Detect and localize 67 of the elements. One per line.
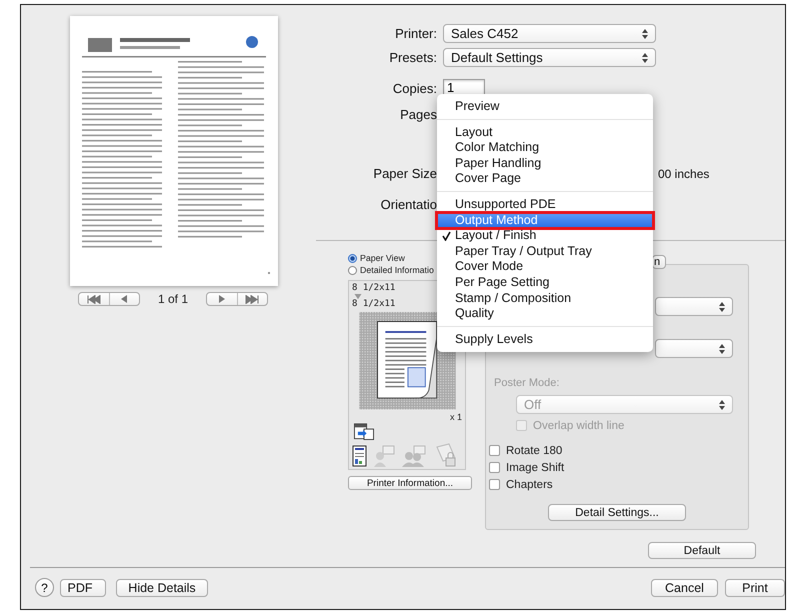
first-previous-buttons[interactable] bbox=[78, 292, 140, 306]
presets-popup[interactable]: Default Settings bbox=[443, 48, 656, 67]
updown-arrows-icon bbox=[719, 302, 725, 312]
field-label: Presets: bbox=[388, 50, 438, 65]
settings-popup[interactable] bbox=[655, 339, 733, 358]
menu-item[interactable]: Cover Mode bbox=[437, 259, 653, 275]
checkbox-label: Rotate 180 bbox=[506, 444, 562, 456]
menu-item[interactable]: Cover Page bbox=[437, 171, 653, 187]
poster-mode-label: Poster Mode: bbox=[494, 377, 560, 389]
checkbox-label: Image Shift bbox=[506, 462, 564, 474]
output-paper-size: 8 1/2x11 bbox=[352, 299, 396, 310]
last-page-icon bbox=[245, 294, 260, 304]
menu-item[interactable]: Preview bbox=[437, 99, 653, 115]
panel-button[interactable]: n bbox=[652, 255, 666, 269]
checkbox[interactable] bbox=[489, 479, 500, 490]
settings-popup[interactable] bbox=[655, 297, 733, 316]
paper-size-value: 00 inches bbox=[658, 166, 710, 180]
previous-page-icon bbox=[121, 295, 128, 303]
source-paper-size: 8 1/2x11 bbox=[352, 283, 396, 294]
radio-button[interactable] bbox=[348, 254, 357, 262]
hide-details-button[interactable]: Hide Details bbox=[116, 578, 208, 596]
pdf-menu-button[interactable]: PDF bbox=[60, 578, 106, 596]
copies-count: x 1 bbox=[448, 412, 462, 422]
updown-arrows-icon bbox=[642, 28, 648, 38]
menu-item[interactable]: Layout bbox=[437, 124, 653, 140]
help-button[interactable]: ? bbox=[35, 578, 54, 597]
updown-arrows-icon bbox=[719, 344, 725, 354]
menu-item[interactable]: Unsupported PDE bbox=[437, 196, 653, 213]
person-icon bbox=[373, 445, 395, 467]
people-icon bbox=[401, 445, 427, 467]
updown-arrows-icon bbox=[642, 52, 648, 62]
printer-information-button[interactable]: Printer Information... bbox=[348, 476, 472, 490]
updown-arrows-icon bbox=[719, 400, 725, 410]
menu-item[interactable]: Supply Levels bbox=[437, 332, 653, 348]
field-label: Orientatio bbox=[380, 197, 438, 212]
menu-item[interactable]: Output Method bbox=[437, 212, 653, 228]
field-label: Printer: bbox=[394, 26, 438, 41]
field-label: Copies: bbox=[392, 81, 438, 96]
next-last-buttons[interactable] bbox=[206, 292, 268, 306]
copies-field[interactable]: 1 bbox=[443, 79, 485, 95]
radio-label: Paper View bbox=[360, 253, 405, 263]
menu-item[interactable]: Layout / Finish bbox=[437, 228, 653, 244]
radio-button[interactable] bbox=[348, 266, 357, 274]
document-chart-icon bbox=[352, 445, 367, 467]
down-triangle-icon bbox=[354, 294, 362, 300]
menu-item[interactable]: Paper Tray / Output Tray bbox=[437, 244, 653, 260]
field-label: Paper Size bbox=[372, 166, 438, 181]
menu-item[interactable]: Paper Handling bbox=[437, 156, 653, 172]
output-method-icon bbox=[352, 422, 376, 440]
checkbox-label: Chapters bbox=[506, 478, 553, 490]
menu-item[interactable]: Quality bbox=[437, 306, 653, 322]
menu-item[interactable]: Color Matching bbox=[437, 140, 653, 156]
checkbox[interactable] bbox=[489, 462, 500, 473]
menu-item[interactable]: Per Page Setting bbox=[437, 274, 653, 291]
field-label: Pages bbox=[399, 107, 438, 122]
checkbox[interactable] bbox=[489, 445, 500, 456]
page-indicator: 1 of 1 bbox=[156, 292, 190, 306]
menu-item[interactable]: Stamp / Composition bbox=[437, 290, 653, 306]
printer-popup[interactable]: Sales C452 bbox=[443, 24, 656, 43]
detail-settings-button[interactable]: Detail Settings... bbox=[548, 504, 686, 521]
checkbox-label: Overlap width line bbox=[533, 420, 624, 432]
radio-label: Detailed Informatio bbox=[360, 265, 434, 275]
print-button[interactable]: Print bbox=[725, 578, 785, 596]
first-page-icon bbox=[86, 294, 101, 304]
cancel-button[interactable]: Cancel bbox=[651, 578, 718, 596]
next-page-icon bbox=[218, 295, 225, 303]
default-button[interactable]: Default bbox=[648, 542, 756, 559]
